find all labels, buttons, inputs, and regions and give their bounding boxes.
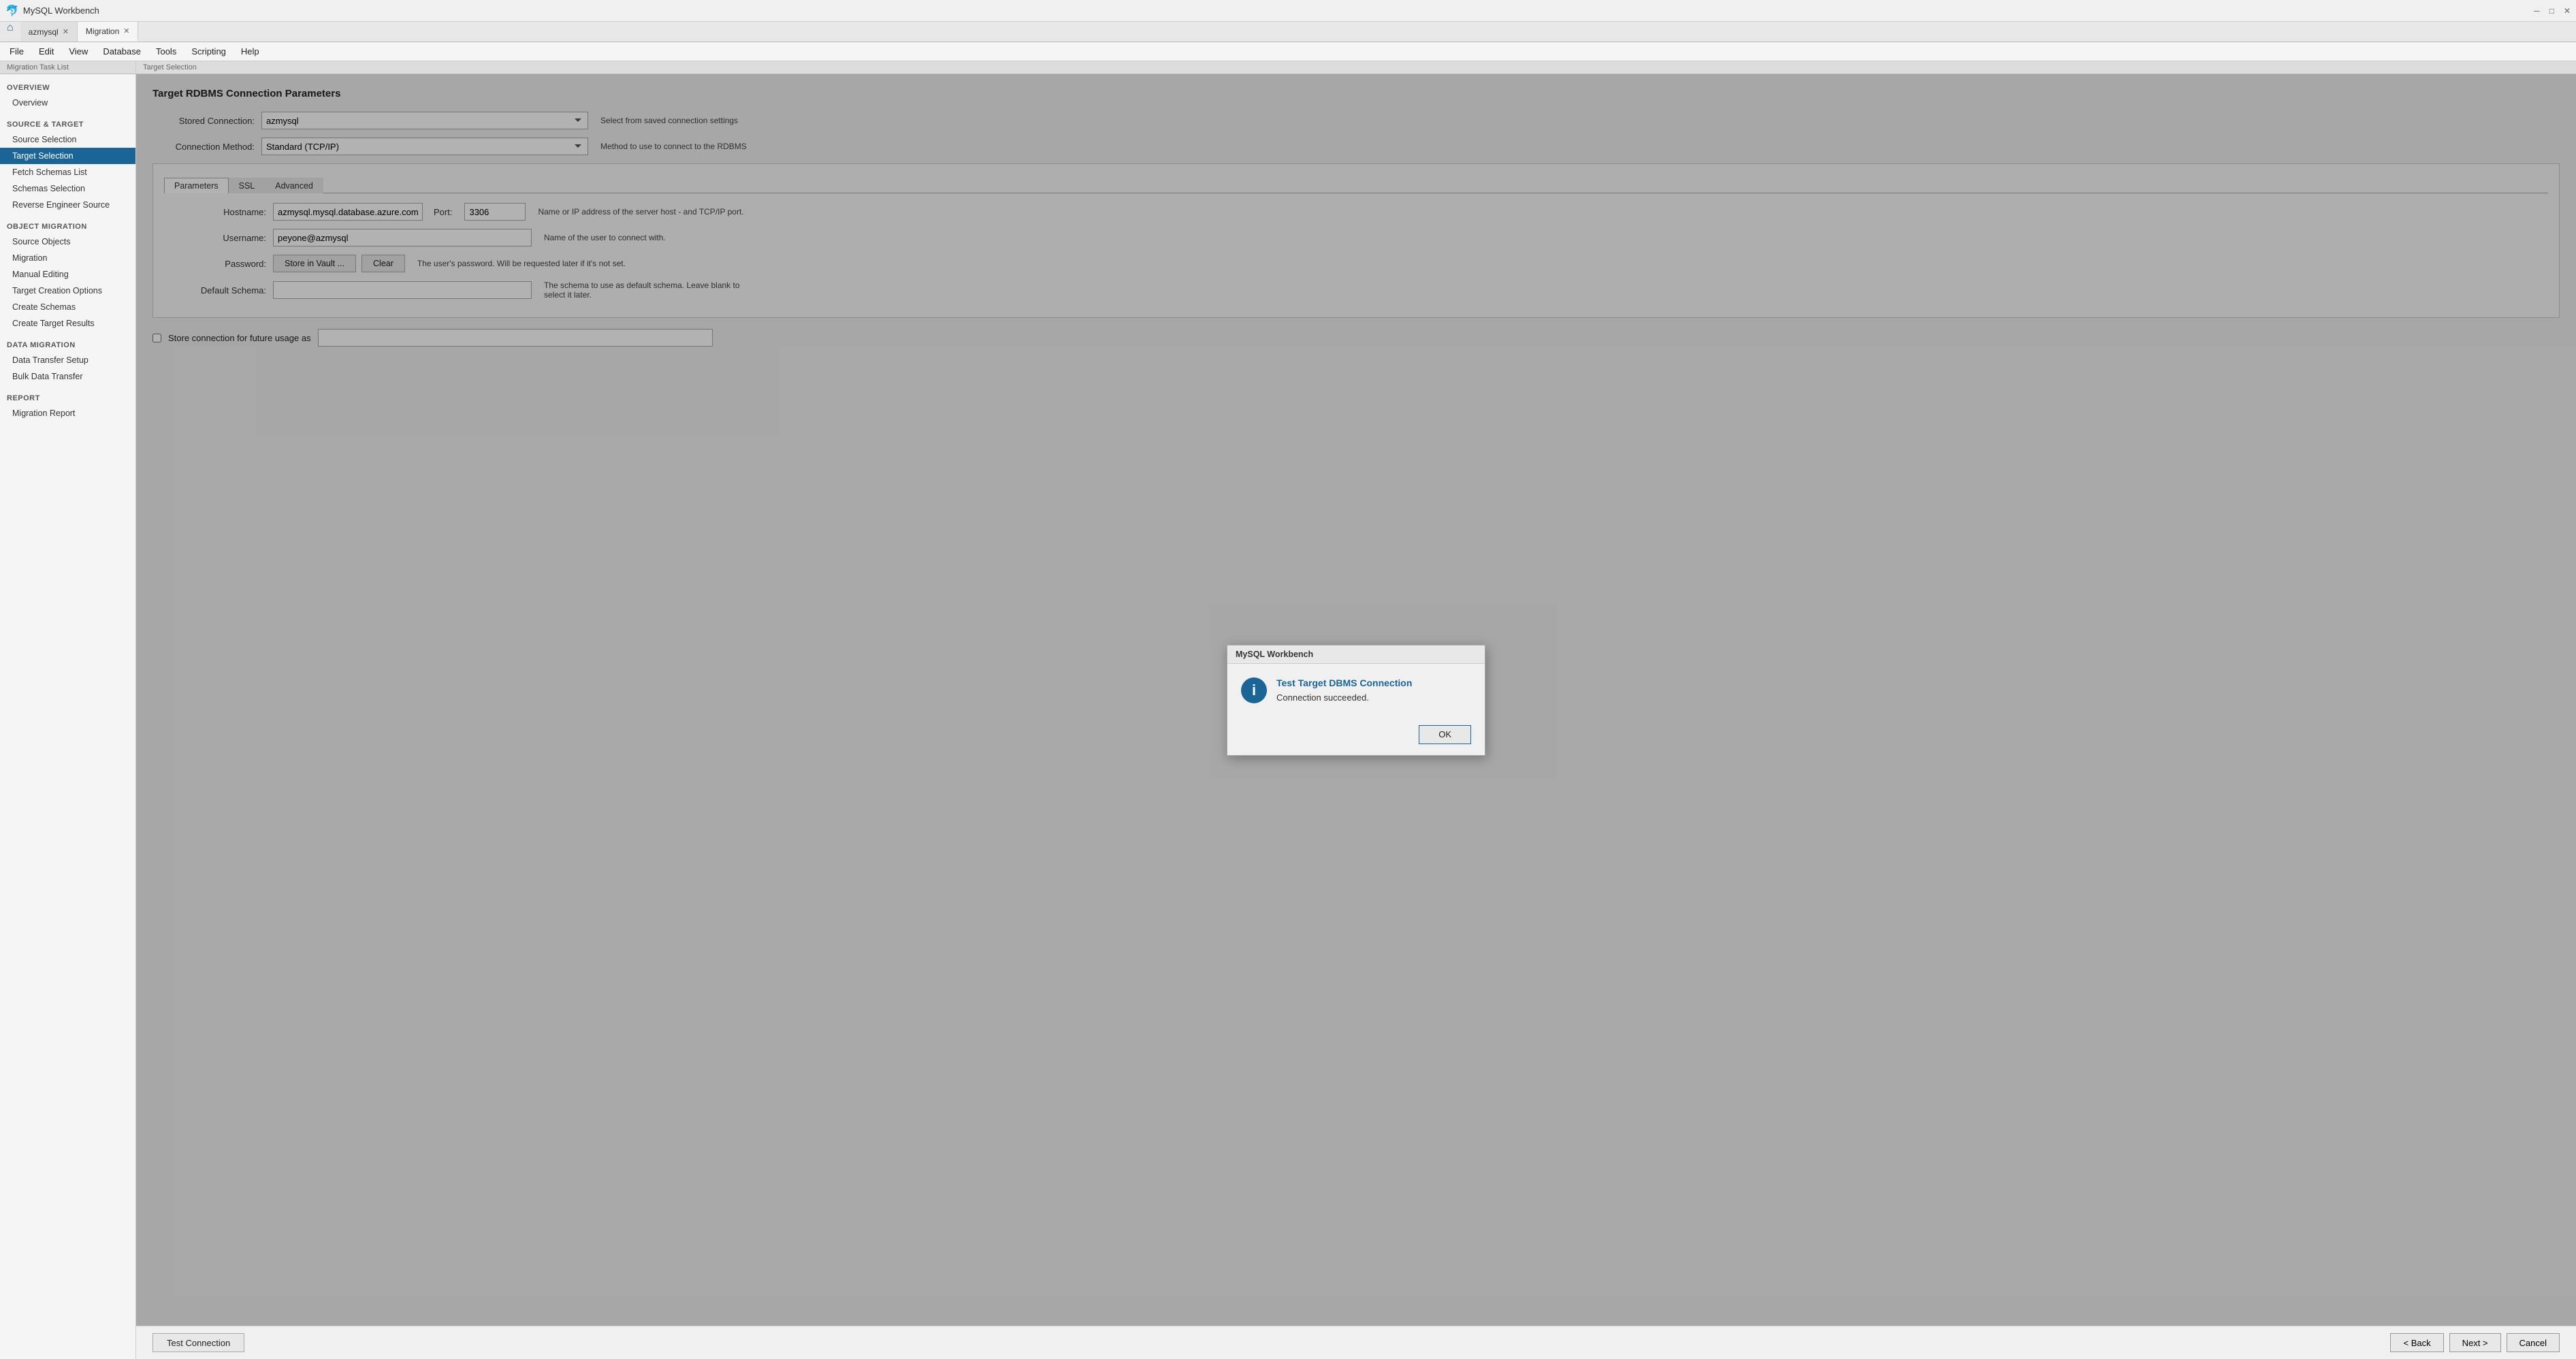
modal-overlay: MySQL Workbench i Test Target DBMS Conne… xyxy=(136,74,2576,1326)
menu-database[interactable]: Database xyxy=(96,44,148,59)
tab-azmysql[interactable]: azmysql ✕ xyxy=(20,22,78,42)
sidebar-item-source-objects[interactable]: Source Objects xyxy=(0,234,135,250)
app-title: MySQL Workbench xyxy=(23,5,99,16)
modal-title: MySQL Workbench xyxy=(1227,645,1485,664)
sidebar-section-object-migration: OBJECT MIGRATION xyxy=(0,217,135,234)
modal-description: Connection succeeded. xyxy=(1276,692,1471,703)
sidebar-section-data-migration: DATA MIGRATION xyxy=(0,336,135,352)
sidebar-item-data-transfer-setup[interactable]: Data Transfer Setup xyxy=(0,352,135,368)
sidebar-section-source-&-target: SOURCE & TARGET xyxy=(0,115,135,131)
modal-footer: OK xyxy=(1227,725,1485,755)
sidebar-section-overview: OVERVIEW xyxy=(0,78,135,95)
content-breadcrumb: Target Selection xyxy=(136,61,2576,74)
sidebar-item-source-selection[interactable]: Source Selection xyxy=(0,131,135,148)
sidebar-item-manual-editing[interactable]: Manual Editing xyxy=(0,266,135,283)
modal-body: i Test Target DBMS Connection Connection… xyxy=(1227,664,1485,725)
modal-content-row: i Test Target DBMS Connection Connection… xyxy=(1241,677,1471,703)
tab-bar: ⌂ azmysql ✕ Migration ✕ xyxy=(0,22,2576,42)
tab-azmysql-label: azmysql xyxy=(29,27,59,37)
home-tab[interactable]: ⌂ xyxy=(0,22,20,42)
sidebar-label: Migration Task List xyxy=(0,61,135,74)
menu-view[interactable]: View xyxy=(62,44,95,59)
tab-migration-label: Migration xyxy=(86,27,119,36)
sidebar-item-fetch-schemas-list[interactable]: Fetch Schemas List xyxy=(0,164,135,180)
test-connection-button[interactable]: Test Connection xyxy=(152,1333,244,1352)
sidebar-item-migration-report[interactable]: Migration Report xyxy=(0,405,135,421)
menu-tools[interactable]: Tools xyxy=(149,44,183,59)
menu-help[interactable]: Help xyxy=(234,44,266,59)
modal-box: MySQL Workbench i Test Target DBMS Conne… xyxy=(1227,645,1485,756)
modal-info-icon: i xyxy=(1241,677,1267,703)
minimize-button[interactable]: ─ xyxy=(2534,6,2545,16)
sidebar-section-report: REPORT xyxy=(0,389,135,405)
menu-bar: File Edit View Database Tools Scripting … xyxy=(0,42,2576,61)
content-area: Target Selection Target RDBMS Connection… xyxy=(136,61,2576,1359)
menu-scripting[interactable]: Scripting xyxy=(184,44,233,59)
maximize-button[interactable]: □ xyxy=(2549,6,2560,16)
sidebar-item-bulk-data-transfer[interactable]: Bulk Data Transfer xyxy=(0,368,135,385)
bottom-right-buttons: < Back Next > Cancel xyxy=(2390,1333,2560,1352)
tab-migration[interactable]: Migration ✕ xyxy=(78,22,139,42)
menu-edit[interactable]: Edit xyxy=(32,44,61,59)
sidebar-item-create-schemas[interactable]: Create Schemas xyxy=(0,299,135,315)
modal-text-block: Test Target DBMS Connection Connection s… xyxy=(1276,677,1471,703)
sidebar: Migration Task List OVERVIEWOverview SOUR… xyxy=(0,61,136,1359)
tab-azmysql-close[interactable]: ✕ xyxy=(63,27,69,36)
app-icon: 🐬 xyxy=(5,4,19,18)
sidebar-item-migration[interactable]: Migration xyxy=(0,250,135,266)
title-bar: 🐬 MySQL Workbench ─ □ ✕ xyxy=(0,0,2576,22)
bottom-toolbar: Test Connection < Back Next > Cancel xyxy=(136,1326,2576,1359)
modal-ok-button[interactable]: OK xyxy=(1419,725,1471,744)
sidebar-item-schemas-selection[interactable]: Schemas Selection xyxy=(0,180,135,197)
sidebar-item-reverse-engineer-source[interactable]: Reverse Engineer Source xyxy=(0,197,135,213)
menu-file[interactable]: File xyxy=(3,44,31,59)
modal-heading: Test Target DBMS Connection xyxy=(1276,677,1471,688)
sidebar-item-target-creation-options[interactable]: Target Creation Options xyxy=(0,283,135,299)
back-button[interactable]: < Back xyxy=(2390,1333,2443,1352)
sidebar-item-create-target-results[interactable]: Create Target Results xyxy=(0,315,135,332)
tab-migration-close[interactable]: ✕ xyxy=(123,27,129,35)
close-button[interactable]: ✕ xyxy=(2564,6,2571,16)
next-button[interactable]: Next > xyxy=(2449,1333,2501,1352)
content-body: Target RDBMS Connection Parameters Store… xyxy=(136,74,2576,1326)
sidebar-item-overview[interactable]: Overview xyxy=(0,95,135,111)
main-layout: Migration Task List OVERVIEWOverview SOUR… xyxy=(0,61,2576,1359)
cancel-button[interactable]: Cancel xyxy=(2507,1333,2560,1352)
sidebar-item-target-selection[interactable]: Target Selection xyxy=(0,148,135,164)
